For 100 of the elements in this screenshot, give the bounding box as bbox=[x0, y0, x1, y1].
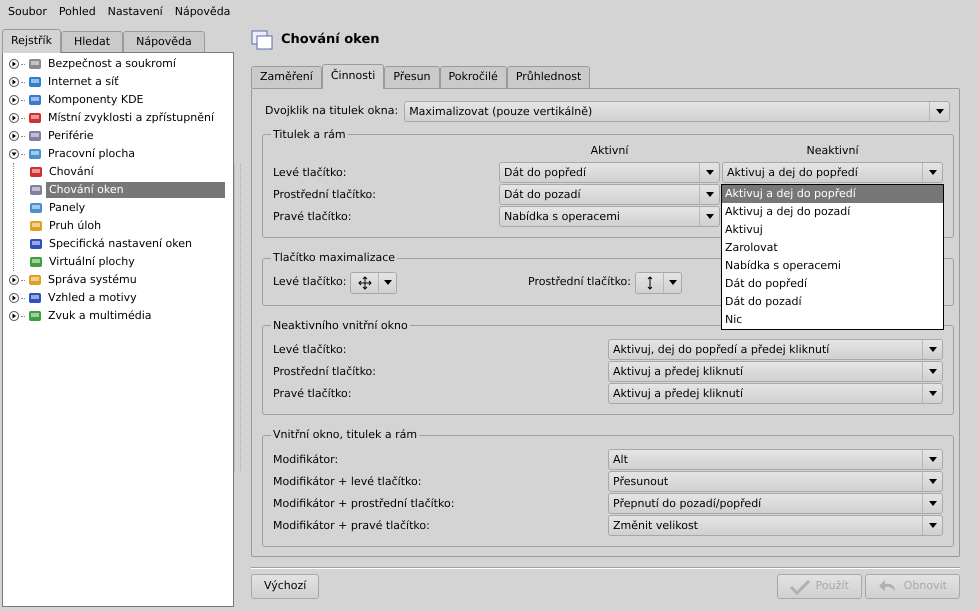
field-label: Modifikátor: bbox=[273, 452, 340, 468]
dropdown[interactable]: Aktivuj, dej do popředí a předej kliknutí bbox=[608, 339, 943, 360]
menu-item[interactable]: Nastavení bbox=[102, 2, 169, 22]
menu-option[interactable]: Nabídka s operacemi bbox=[722, 257, 943, 275]
dropdown[interactable]: Nabídka s operacemi bbox=[499, 206, 720, 228]
tree-item[interactable]: Specifická nastavení oken bbox=[46, 236, 226, 252]
expander-icon[interactable] bbox=[9, 131, 19, 141]
expander-icon[interactable] bbox=[9, 77, 19, 87]
splitter-handle[interactable] bbox=[234, 164, 241, 471]
expander-icon[interactable] bbox=[9, 59, 19, 69]
menu-option[interactable]: Aktivuj bbox=[722, 221, 943, 239]
field-label: Modifikátor + pravé tlačítko: bbox=[273, 518, 431, 534]
field-label: Levé tlačítko: bbox=[273, 274, 346, 290]
module-icon bbox=[27, 92, 43, 108]
menu-option[interactable]: Dát do pozadí bbox=[722, 293, 943, 311]
tree-item[interactable]: Virtuální plochy bbox=[46, 254, 226, 270]
caret-icon bbox=[706, 170, 714, 176]
caret-icon bbox=[936, 109, 944, 114]
page-title: Chování oken bbox=[281, 31, 380, 50]
dropdown[interactable]: Dát do popředí bbox=[499, 162, 720, 184]
dropdown[interactable]: Dát do pozadí bbox=[499, 184, 720, 206]
menu-option[interactable]: Nic bbox=[722, 311, 943, 329]
group-title: Vnitřní okno, titulek a rám bbox=[272, 427, 418, 444]
four-way-arrow-icon bbox=[358, 276, 372, 290]
tab[interactable]: Přesun bbox=[384, 66, 440, 88]
tab[interactable]: Průhlednost bbox=[506, 66, 590, 88]
expander-icon[interactable] bbox=[9, 275, 19, 285]
tree-item[interactable]: Internet a síť bbox=[45, 74, 122, 90]
dropdown[interactable]: Alt bbox=[608, 448, 943, 470]
module-icon bbox=[27, 290, 43, 306]
button[interactable]: Výchozí bbox=[251, 574, 320, 600]
module-icon bbox=[27, 128, 43, 144]
caret-icon bbox=[928, 347, 936, 352]
caret-icon bbox=[668, 280, 676, 286]
caret-icon bbox=[928, 478, 936, 484]
module-icon bbox=[27, 308, 43, 324]
icon-dropdown[interactable] bbox=[635, 272, 682, 294]
caret-icon bbox=[706, 214, 714, 220]
column-header: Aktivní bbox=[590, 143, 630, 160]
dropdown[interactable]: Maximalizovat (pouze vertikálně) bbox=[404, 101, 950, 122]
tab[interactable]: Nápověda bbox=[123, 31, 205, 52]
dropdown[interactable]: Aktivuj a předej kliknutí bbox=[608, 383, 943, 404]
expander-icon[interactable] bbox=[9, 293, 19, 303]
tree-item[interactable]: Zvuk a multimédia bbox=[45, 308, 154, 324]
tree-item[interactable]: Chování bbox=[46, 164, 226, 180]
tab[interactable]: Zaměření bbox=[251, 66, 322, 88]
dropdown[interactable]: Aktivuj a předej kliknutí bbox=[608, 361, 943, 382]
field-label: Pravé tlačítko: bbox=[273, 209, 352, 226]
field-label: Prostřední tlačítko: bbox=[528, 274, 631, 290]
tree-item[interactable]: Pruh úloh bbox=[46, 218, 226, 234]
module-icon bbox=[27, 146, 43, 162]
field-label: Prostřední tlačítko: bbox=[273, 364, 377, 380]
menu-option[interactable]: Dát do popředí bbox=[722, 275, 943, 293]
menu-item[interactable]: Soubor bbox=[2, 2, 53, 22]
tree-item[interactable]: Místní zvyklosti a zpřístupnění bbox=[45, 110, 217, 126]
expander-icon[interactable] bbox=[9, 149, 19, 159]
tree-item[interactable]: Pracovní plocha bbox=[45, 146, 138, 162]
field-label: Levé tlačítko: bbox=[273, 165, 348, 182]
tab[interactable]: Rejstřík bbox=[2, 29, 61, 53]
group-title: Neaktivního vnitřní okno bbox=[272, 318, 409, 334]
tree-item[interactable]: Vzhled a motivy bbox=[45, 290, 140, 306]
menu-option[interactable]: Aktivuj a dej do popředí bbox=[722, 185, 943, 203]
module-icon bbox=[27, 56, 43, 72]
field-label: Modifikátor + prostřední tlačítko: bbox=[273, 496, 456, 512]
icon-dropdown[interactable] bbox=[350, 272, 398, 294]
tab[interactable]: Pokročilé bbox=[440, 66, 507, 88]
menu-option[interactable]: Zarolovat bbox=[722, 239, 943, 257]
menu-item[interactable]: Nápověda bbox=[168, 2, 236, 22]
module-icon bbox=[27, 74, 43, 90]
tree-item[interactable]: Periférie bbox=[45, 128, 97, 144]
menu-item[interactable]: Pohled bbox=[52, 2, 102, 22]
dropdown[interactable]: Přepnutí do pozadí/popředí bbox=[608, 492, 943, 514]
tree-item[interactable]: Komponenty KDE bbox=[45, 92, 146, 108]
module-icon bbox=[28, 236, 44, 252]
tree-item[interactable]: Bezpečnost a soukromí bbox=[45, 56, 179, 72]
field-label: Prostřední tlačítko: bbox=[273, 187, 377, 204]
module-icon bbox=[28, 218, 44, 234]
caret-icon bbox=[928, 456, 936, 462]
tab[interactable]: Činnosti bbox=[322, 64, 384, 89]
tree-item[interactable]: Chování oken bbox=[46, 182, 226, 198]
dropdown[interactable]: Změnit velikost bbox=[608, 514, 943, 536]
menu-option[interactable]: Aktivuj a dej do pozadí bbox=[722, 203, 943, 221]
module-icon bbox=[28, 182, 44, 198]
tree-item[interactable]: Správa systému bbox=[45, 272, 140, 288]
module-icon bbox=[28, 254, 44, 270]
field-label: Dvojklik na titulek okna: bbox=[264, 103, 400, 120]
group-title: Titulek a rám bbox=[272, 126, 347, 143]
module-icon bbox=[28, 164, 44, 180]
dropdown[interactable]: Přesunout bbox=[608, 470, 943, 492]
tab[interactable]: Hledat bbox=[60, 31, 124, 52]
column-header: Neaktivní bbox=[805, 143, 860, 160]
expander-icon[interactable] bbox=[9, 311, 19, 321]
expander-icon[interactable] bbox=[9, 95, 19, 105]
field-label: Levé tlačítko: bbox=[273, 342, 348, 358]
expander-icon[interactable] bbox=[9, 113, 19, 123]
dropdown[interactable]: Aktivuj a dej do popředí bbox=[722, 162, 943, 184]
tree-item[interactable]: Panely bbox=[46, 200, 226, 216]
caret-icon bbox=[384, 280, 392, 286]
field-label: Pravé tlačítko: bbox=[273, 386, 352, 402]
module-icon bbox=[28, 200, 44, 216]
